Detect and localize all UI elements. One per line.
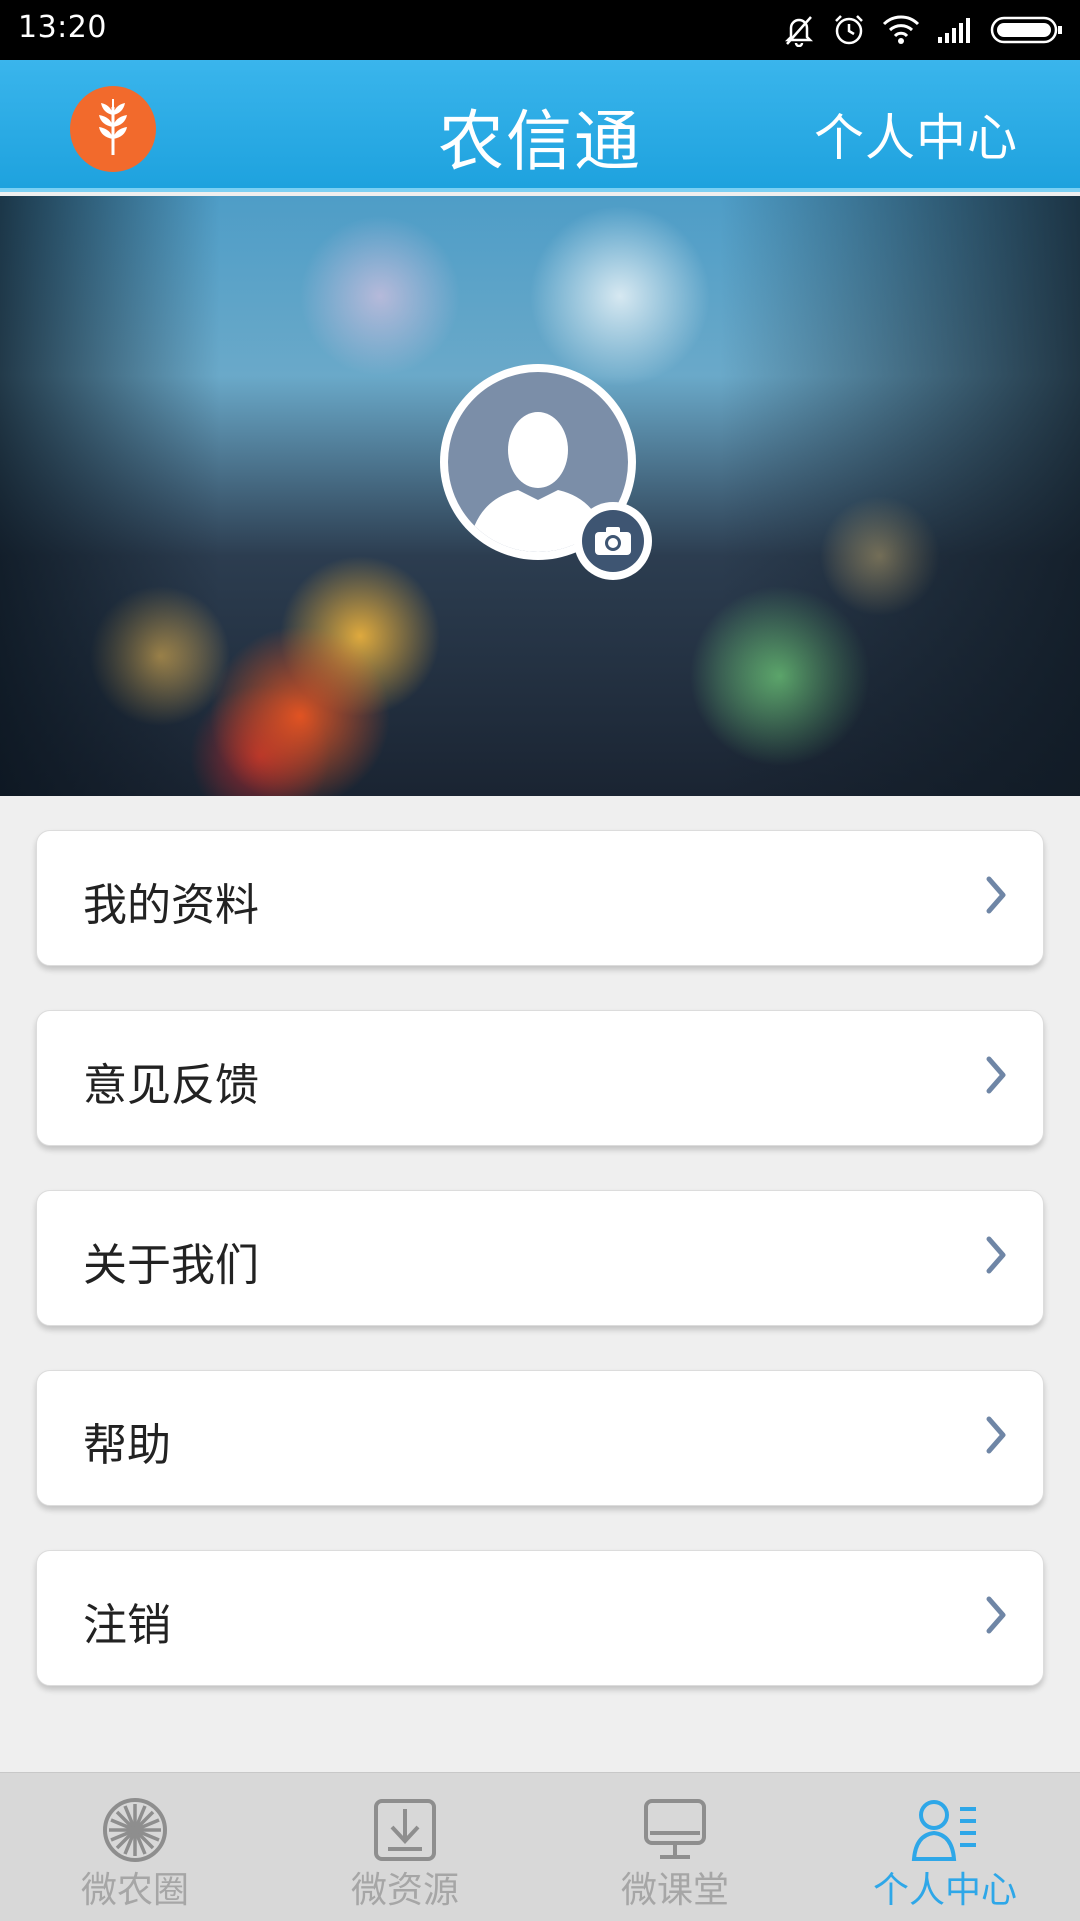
- monitor-icon: [640, 1795, 710, 1865]
- bottom-nav: 微农圈 微资源 微课堂 个人中心: [0, 1772, 1080, 1921]
- menu-item-label: 帮助: [83, 1420, 171, 1471]
- nav-tab-label: 微资源: [350, 1870, 459, 1911]
- menu-item-logout[interactable]: 注销: [36, 1550, 1044, 1686]
- app-bar: 农信通 个人中心: [0, 60, 1080, 192]
- profile-hero-background: [0, 196, 1080, 796]
- nav-tab-weiziyuan[interactable]: 微资源: [270, 1773, 540, 1921]
- nav-tab-label: 微农圈: [80, 1870, 189, 1911]
- menu-item-about-us[interactable]: 关于我们: [36, 1190, 1044, 1326]
- profile-list-icon: [910, 1795, 980, 1865]
- menu-item-label: 注销: [83, 1600, 171, 1651]
- status-time: 13:20: [18, 10, 107, 45]
- menu-item-feedback[interactable]: 意见反馈: [36, 1010, 1044, 1146]
- chevron-right-icon: [985, 1415, 1007, 1459]
- settings-menu: 我的资料 意见反馈 关于我们 帮助 注销: [36, 830, 1044, 1730]
- menu-item-help[interactable]: 帮助: [36, 1370, 1044, 1506]
- chevron-right-icon: [985, 1235, 1007, 1279]
- status-bar: 13:20: [0, 0, 1080, 60]
- menu-item-my-profile[interactable]: 我的资料: [36, 830, 1044, 966]
- nav-tab-personal-center[interactable]: 个人中心: [810, 1773, 1080, 1921]
- battery-icon: [990, 15, 1064, 45]
- alarm-icon: [832, 13, 866, 47]
- download-icon: [370, 1795, 440, 1865]
- hero-shade-right: [720, 196, 1080, 796]
- camera-icon: [582, 510, 644, 572]
- menu-item-label: 关于我们: [83, 1240, 259, 1291]
- nav-tab-label: 个人中心: [872, 1870, 1017, 1911]
- chevron-right-icon: [985, 875, 1007, 919]
- page-title: 个人中心: [814, 109, 1018, 167]
- menu-item-label: 意见反馈: [83, 1060, 259, 1111]
- bell-muted-icon: [782, 13, 816, 47]
- chevron-right-icon: [985, 1595, 1007, 1639]
- nav-tab-weiketang[interactable]: 微课堂: [540, 1773, 810, 1921]
- nav-tab-label: 微课堂: [620, 1870, 729, 1911]
- nav-tab-weinongquan[interactable]: 微农圈: [0, 1773, 270, 1921]
- wifi-icon: [882, 14, 920, 46]
- hero-shade-left: [0, 196, 220, 796]
- status-icons: [782, 10, 1064, 50]
- chevron-right-icon: [985, 1055, 1007, 1099]
- signal-icon: [936, 15, 974, 45]
- change-avatar-button[interactable]: [574, 502, 652, 580]
- menu-item-label: 我的资料: [83, 880, 259, 931]
- aperture-icon: [100, 1795, 170, 1865]
